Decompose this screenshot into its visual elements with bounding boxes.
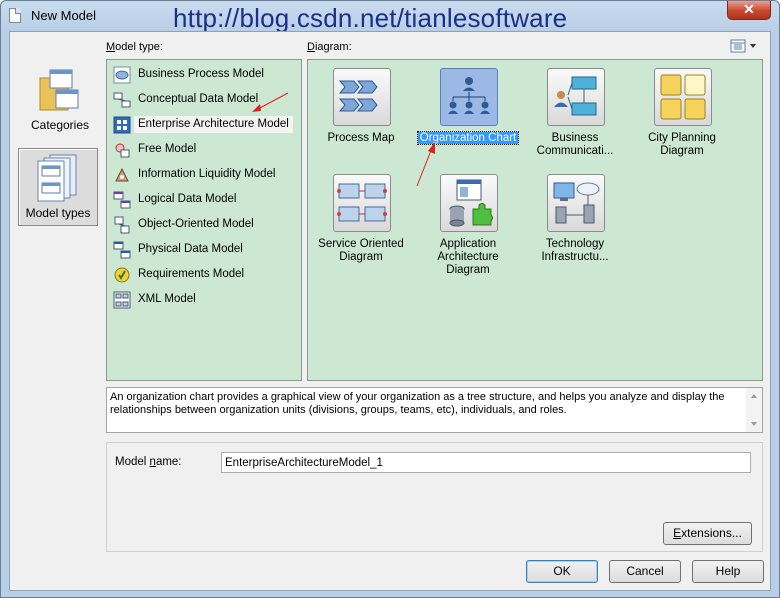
technology-infrastructure-icon (553, 182, 600, 224)
model-type-item[interactable]: Requirements Model (111, 265, 297, 285)
xml-model-icon (113, 291, 131, 309)
model-type-item[interactable]: Object-Oriented Model (111, 215, 297, 235)
diagram-item[interactable]: Process Map (308, 68, 414, 158)
requirements-icon (114, 267, 130, 283)
diagram-gallery[interactable]: Process Map Organization Chart Business … (307, 59, 763, 381)
diagram-caption: Technology Infrastructu... (541, 238, 609, 263)
model-types-icon (37, 154, 77, 202)
logical-data-icon (113, 191, 131, 209)
model-type-item[interactable]: Information Liquidity Model (111, 165, 297, 185)
categories-label: Categories (30, 118, 90, 132)
description-box[interactable]: An organization chart provides a graphic… (106, 387, 763, 433)
diagram-caption: Process Map (327, 132, 395, 144)
diagram-item[interactable]: Business Communicati... (522, 68, 628, 158)
scroll-up-icon[interactable] (746, 390, 762, 402)
annotation-arrow-icon (252, 92, 289, 112)
model-type-item[interactable]: XML Model (111, 290, 297, 310)
categories-button[interactable]: Categories (20, 66, 100, 136)
help-button[interactable]: Help (692, 560, 764, 583)
model-settings-group: Model name: Extensions... (106, 442, 763, 552)
city-planning-icon (660, 74, 706, 120)
application-architecture-icon (449, 179, 493, 227)
close-icon: ✕ (743, 1, 755, 17)
new-model-dialog: New Model http://blog.csdn.net/tianlesof… (0, 0, 780, 598)
diagram-item[interactable]: Technology Infrastructu... (522, 174, 628, 274)
close-button[interactable]: ✕ (727, 1, 771, 20)
free-model-icon (115, 143, 130, 158)
watermark-text: http://blog.csdn.net/tianlesoftware (173, 3, 568, 33)
window-title: New Model (31, 8, 97, 23)
model-type-item[interactable]: Free Model (111, 140, 297, 160)
description-text: An organization chart provides a graphic… (110, 391, 725, 416)
diagram-caption: Service Oriented Diagram (318, 238, 404, 263)
model-type-heading: Model type: (106, 41, 163, 53)
diagram-heading: Diagram: (307, 41, 352, 53)
model-types-button[interactable]: Model types (18, 148, 98, 226)
business-communication-icon (554, 76, 597, 116)
model-types-label: Model types (25, 206, 91, 220)
model-type-item[interactable]: Physical Data Model (111, 240, 297, 260)
model-type-item[interactable]: Business Process Model (111, 65, 297, 85)
object-oriented-icon (114, 216, 130, 234)
view-options-button[interactable] (730, 39, 760, 53)
physical-data-icon (113, 241, 131, 259)
diagram-item[interactable]: Service Oriented Diagram (308, 174, 414, 274)
list-view-icon (730, 39, 756, 53)
information-liquidity-icon (115, 167, 129, 182)
scroll-down-icon[interactable] (746, 418, 762, 430)
enterprise-architecture-icon (113, 116, 131, 134)
diagram-caption: City Planning Diagram (648, 132, 716, 157)
diagram-item[interactable]: Application Architecture Diagram (415, 174, 521, 276)
new-document-icon (9, 8, 21, 23)
cancel-button[interactable]: Cancel (609, 560, 681, 583)
service-oriented-icon (337, 183, 387, 222)
diagram-caption: Application Architecture Diagram (437, 238, 499, 276)
extensions-button[interactable]: Extensions... (663, 522, 752, 545)
organization-chart-icon (448, 77, 490, 114)
description-scrollbar[interactable] (746, 388, 762, 432)
annotation-arrow-icon (416, 142, 435, 187)
dialog-client-area: Categories Model types Model type: Diagr… (9, 31, 771, 591)
categories-icon (39, 69, 79, 111)
model-name-label: Model name: (115, 456, 182, 468)
model-type-item[interactable]: Logical Data Model (111, 190, 297, 210)
business-process-icon (113, 66, 131, 84)
model-type-item-selected[interactable]: Enterprise Architecture Model (111, 115, 297, 135)
process-map-icon (338, 80, 378, 112)
title-bar[interactable]: New Model http://blog.csdn.net/tianlesof… (1, 1, 779, 33)
ok-button[interactable]: OK (526, 560, 598, 583)
model-name-input[interactable] (221, 452, 751, 473)
conceptual-data-icon (113, 92, 131, 108)
diagram-caption: Business Communicati... (536, 132, 614, 157)
diagram-item[interactable]: City Planning Diagram (629, 68, 735, 158)
